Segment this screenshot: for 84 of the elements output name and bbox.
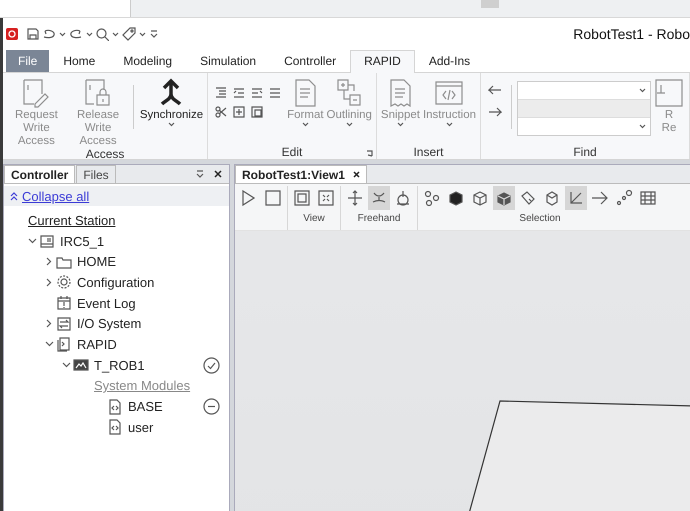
chevron-right-icon bbox=[46, 257, 52, 266]
menu-tab[interactable]: RAPID bbox=[350, 50, 415, 73]
customize-icon bbox=[149, 29, 159, 39]
caret-icon bbox=[639, 88, 646, 93]
caret-icon bbox=[59, 32, 66, 36]
menu-tab[interactable]: Home bbox=[49, 50, 110, 72]
menu-tab[interactable]: Simulation bbox=[186, 50, 270, 72]
chevron-down-icon bbox=[44, 341, 54, 348]
caret-icon bbox=[139, 32, 146, 36]
caret-icon bbox=[639, 124, 646, 129]
app-icon bbox=[6, 28, 18, 40]
dialog-launcher-icon[interactable] bbox=[366, 150, 373, 157]
tree-item[interactable]: IRC5_1 bbox=[60, 234, 104, 249]
group-label: Selection bbox=[519, 213, 561, 224]
menu-tab[interactable]: Modeling bbox=[109, 50, 186, 72]
save-icon bbox=[27, 28, 39, 40]
tool-icon bbox=[250, 105, 264, 119]
menu-tab[interactable]: File bbox=[6, 50, 50, 72]
chevron-down-icon bbox=[28, 238, 36, 244]
group-label: Insert bbox=[413, 145, 444, 159]
group-label: Edit bbox=[282, 145, 302, 159]
chevron-right-icon bbox=[46, 278, 52, 287]
double-chevron-icon bbox=[10, 192, 18, 200]
tool-icon bbox=[317, 189, 335, 207]
task-node-icon bbox=[73, 357, 89, 374]
pin-menu-icon bbox=[196, 170, 204, 178]
log-node-icon bbox=[56, 295, 72, 312]
find-field[interactable] bbox=[518, 99, 650, 118]
tool-icon bbox=[471, 189, 489, 207]
back-arrow-icon bbox=[488, 85, 502, 95]
controller-node-icon bbox=[39, 233, 55, 250]
tool-icon bbox=[423, 189, 441, 207]
tree-item[interactable]: HOME bbox=[77, 254, 116, 270]
chevron-right-icon bbox=[46, 319, 52, 328]
tree-item[interactable]: RAPID bbox=[77, 336, 117, 352]
group-label: Freehand bbox=[358, 213, 400, 224]
replace-field[interactable] bbox=[518, 118, 650, 135]
document-tab[interactable]: RobotTest1:View1 bbox=[235, 165, 367, 183]
tree-item[interactable]: user bbox=[128, 420, 154, 435]
tool-icon bbox=[264, 189, 282, 207]
caret-icon bbox=[86, 32, 93, 36]
undo-icon bbox=[42, 29, 56, 39]
close-icon bbox=[214, 170, 222, 178]
io-node-icon bbox=[56, 316, 72, 332]
tool-icon bbox=[615, 189, 633, 207]
tag-icon bbox=[122, 27, 136, 41]
tree-item[interactable]: BASE bbox=[128, 399, 163, 414]
module-node-icon bbox=[107, 398, 123, 415]
tree-item[interactable]: I/O System bbox=[77, 316, 142, 332]
tree-item[interactable]: Event Log bbox=[77, 296, 136, 311]
search-icon bbox=[96, 28, 109, 40]
tool-icon bbox=[293, 189, 311, 207]
tool-icon bbox=[591, 189, 609, 207]
forward-arrow-icon bbox=[488, 107, 502, 117]
close-icon bbox=[352, 171, 360, 178]
config-node-icon bbox=[56, 274, 72, 290]
menu-tab[interactable]: Controller bbox=[270, 50, 350, 72]
tool-icon bbox=[394, 189, 412, 207]
chevron-down-icon bbox=[62, 362, 70, 368]
caret-icon bbox=[112, 32, 119, 36]
tool-icon bbox=[214, 85, 228, 99]
menu-tab[interactable]: Add-Ins bbox=[414, 50, 484, 72]
rapid-node-icon bbox=[56, 336, 72, 352]
ribbon-button[interactable]: Synchronize bbox=[138, 77, 204, 127]
tool-icon bbox=[639, 189, 657, 207]
module-node-icon bbox=[107, 419, 123, 436]
tool-icon bbox=[214, 105, 228, 119]
tree-item[interactable]: Configuration bbox=[77, 274, 154, 290]
ribbon-icon bbox=[653, 77, 685, 109]
panel-tab[interactable]: Controller bbox=[4, 165, 76, 183]
group-label: View bbox=[303, 213, 325, 224]
window-title: RobotTest1 - Robo bbox=[573, 26, 690, 42]
panel-tab[interactable]: Files bbox=[76, 165, 116, 183]
tool-icon bbox=[519, 189, 537, 207]
group-label: Find bbox=[573, 145, 597, 159]
find-field[interactable] bbox=[518, 82, 650, 99]
tool-icon bbox=[346, 189, 364, 207]
group-label: Access bbox=[86, 147, 124, 161]
tree-item[interactable]: System Modules bbox=[94, 378, 190, 394]
tool-icon bbox=[447, 189, 465, 207]
tree-item[interactable]: T_ROB1 bbox=[94, 358, 145, 373]
tree-item[interactable]: Current Station bbox=[28, 212, 116, 228]
redo-icon bbox=[69, 29, 83, 39]
tool-icon bbox=[232, 105, 246, 119]
